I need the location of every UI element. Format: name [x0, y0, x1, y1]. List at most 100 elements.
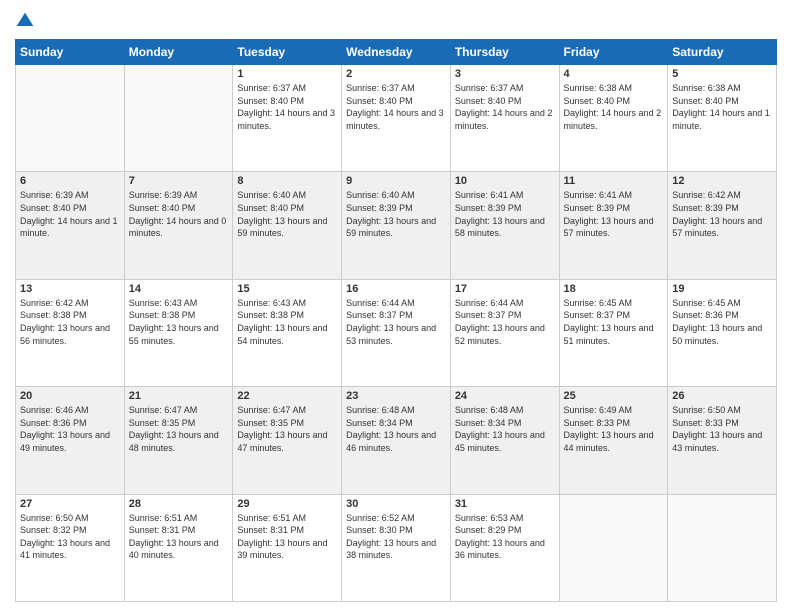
day-info: Sunrise: 6:38 AM Sunset: 8:40 PM Dayligh… [564, 82, 664, 132]
day-info: Sunrise: 6:47 AM Sunset: 8:35 PM Dayligh… [237, 404, 337, 454]
calendar-cell: 6 Sunrise: 6:39 AM Sunset: 8:40 PM Daylig… [16, 172, 125, 279]
day-number: 4 [564, 68, 664, 80]
day-info: Sunrise: 6:40 AM Sunset: 8:39 PM Dayligh… [346, 189, 446, 239]
day-number: 6 [20, 175, 120, 187]
calendar-cell: 19 Sunrise: 6:45 AM Sunset: 8:36 PM Dayli… [668, 279, 777, 386]
calendar: SundayMondayTuesdayWednesdayThursdayFrid… [15, 39, 777, 602]
day-number: 17 [455, 283, 555, 295]
day-info: Sunrise: 6:44 AM Sunset: 8:37 PM Dayligh… [455, 297, 555, 347]
weekday-header-thursday: Thursday [450, 40, 559, 65]
day-info: Sunrise: 6:41 AM Sunset: 8:39 PM Dayligh… [564, 189, 664, 239]
calendar-cell: 11Sunrise: 6:41 AM Sunset: 8:39 PM Dayli… [559, 172, 668, 279]
calendar-cell: 13Sunrise: 6:42 AM Sunset: 8:38 PM Dayli… [16, 279, 125, 386]
day-info: Sunrise: 6:43 AM Sunset: 8:38 PM Dayligh… [129, 297, 229, 347]
day-number: 22 [237, 390, 337, 402]
day-info: Sunrise: 6:48 AM Sunset: 8:34 PM Dayligh… [455, 404, 555, 454]
calendar-cell: 10 Sunrise: 6:41 AM Sunset: 8:39 PM Dayli… [450, 172, 559, 279]
calendar-cell: 30 Sunrise: 6:52 AM Sunset: 8:30 PM Dayli… [342, 494, 451, 601]
calendar-cell: 12Sunrise: 6:42 AM Sunset: 8:39 PM Dayli… [668, 172, 777, 279]
day-info: Sunrise: 6:45 AM Sunset: 8:37 PM Dayligh… [564, 297, 664, 347]
day-number: 27 [20, 498, 120, 510]
weekday-header-sunday: Sunday [16, 40, 125, 65]
calendar-cell: 5 Sunrise: 6:38 AM Sunset: 8:40 PM Daylig… [668, 65, 777, 172]
day-number: 12 [672, 175, 772, 187]
day-number: 25 [564, 390, 664, 402]
day-number: 1 [237, 68, 337, 80]
day-number: 8 [237, 175, 337, 187]
calendar-cell: 21Sunrise: 6:47 AM Sunset: 8:35 PM Dayli… [124, 387, 233, 494]
day-number: 19 [672, 283, 772, 295]
calendar-cell: 27Sunrise: 6:50 AM Sunset: 8:32 PM Dayli… [16, 494, 125, 601]
day-number: 14 [129, 283, 229, 295]
weekday-header-friday: Friday [559, 40, 668, 65]
day-number: 26 [672, 390, 772, 402]
calendar-cell [16, 65, 125, 172]
day-info: Sunrise: 6:41 AM Sunset: 8:39 PM Dayligh… [455, 189, 555, 239]
day-info: Sunrise: 6:44 AM Sunset: 8:37 PM Dayligh… [346, 297, 446, 347]
day-info: Sunrise: 6:40 AM Sunset: 8:40 PM Dayligh… [237, 189, 337, 239]
calendar-cell: 17 Sunrise: 6:44 AM Sunset: 8:37 PM Dayli… [450, 279, 559, 386]
day-number: 30 [346, 498, 446, 510]
weekday-header-saturday: Saturday [668, 40, 777, 65]
week-row-2: 6 Sunrise: 6:39 AM Sunset: 8:40 PM Daylig… [16, 172, 777, 279]
weekday-header-row: SundayMondayTuesdayWednesdayThursdayFrid… [16, 40, 777, 65]
day-number: 31 [455, 498, 555, 510]
day-info: Sunrise: 6:37 AM Sunset: 8:40 PM Dayligh… [346, 82, 446, 132]
day-info: Sunrise: 6:39 AM Sunset: 8:40 PM Dayligh… [20, 189, 120, 239]
day-info: Sunrise: 6:51 AM Sunset: 8:31 PM Dayligh… [129, 512, 229, 562]
day-info: Sunrise: 6:37 AM Sunset: 8:40 PM Dayligh… [237, 82, 337, 132]
weekday-header-tuesday: Tuesday [233, 40, 342, 65]
calendar-cell: 15Sunrise: 6:43 AM Sunset: 8:38 PM Dayli… [233, 279, 342, 386]
calendar-cell [668, 494, 777, 601]
calendar-cell: 14 Sunrise: 6:43 AM Sunset: 8:38 PM Dayli… [124, 279, 233, 386]
day-number: 5 [672, 68, 772, 80]
day-number: 24 [455, 390, 555, 402]
day-info: Sunrise: 6:53 AM Sunset: 8:29 PM Dayligh… [455, 512, 555, 562]
day-info: Sunrise: 6:49 AM Sunset: 8:33 PM Dayligh… [564, 404, 664, 454]
week-row-1: 1 Sunrise: 6:37 AM Sunset: 8:40 PM Daylig… [16, 65, 777, 172]
calendar-cell: 4 Sunrise: 6:38 AM Sunset: 8:40 PM Daylig… [559, 65, 668, 172]
day-number: 20 [20, 390, 120, 402]
weekday-header-monday: Monday [124, 40, 233, 65]
weekday-header-wednesday: Wednesday [342, 40, 451, 65]
logo-icon [15, 11, 35, 31]
day-number: 21 [129, 390, 229, 402]
calendar-cell: 23Sunrise: 6:48 AM Sunset: 8:34 PM Dayli… [342, 387, 451, 494]
day-info: Sunrise: 6:51 AM Sunset: 8:31 PM Dayligh… [237, 512, 337, 562]
calendar-cell: 9 Sunrise: 6:40 AM Sunset: 8:39 PM Daylig… [342, 172, 451, 279]
calendar-body: 1 Sunrise: 6:37 AM Sunset: 8:40 PM Daylig… [16, 65, 777, 602]
day-number: 3 [455, 68, 555, 80]
day-number: 13 [20, 283, 120, 295]
week-row-4: 20Sunrise: 6:46 AM Sunset: 8:36 PM Dayli… [16, 387, 777, 494]
day-info: Sunrise: 6:39 AM Sunset: 8:40 PM Dayligh… [129, 189, 229, 239]
calendar-cell: 26 Sunrise: 6:50 AM Sunset: 8:33 PM Dayli… [668, 387, 777, 494]
day-number: 29 [237, 498, 337, 510]
header [15, 10, 777, 31]
day-number: 9 [346, 175, 446, 187]
calendar-cell: 18 Sunrise: 6:45 AM Sunset: 8:37 PM Dayli… [559, 279, 668, 386]
day-number: 18 [564, 283, 664, 295]
day-number: 16 [346, 283, 446, 295]
day-info: Sunrise: 6:43 AM Sunset: 8:38 PM Dayligh… [237, 297, 337, 347]
day-number: 10 [455, 175, 555, 187]
calendar-cell [124, 65, 233, 172]
calendar-cell: 2 Sunrise: 6:37 AM Sunset: 8:40 PM Daylig… [342, 65, 451, 172]
calendar-cell: 3 Sunrise: 6:37 AM Sunset: 8:40 PM Daylig… [450, 65, 559, 172]
week-row-5: 27Sunrise: 6:50 AM Sunset: 8:32 PM Dayli… [16, 494, 777, 601]
day-number: 7 [129, 175, 229, 187]
week-row-3: 13Sunrise: 6:42 AM Sunset: 8:38 PM Dayli… [16, 279, 777, 386]
calendar-cell: 16 Sunrise: 6:44 AM Sunset: 8:37 PM Dayli… [342, 279, 451, 386]
day-info: Sunrise: 6:50 AM Sunset: 8:33 PM Dayligh… [672, 404, 772, 454]
day-number: 23 [346, 390, 446, 402]
calendar-cell: 22 Sunrise: 6:47 AM Sunset: 8:35 PM Dayli… [233, 387, 342, 494]
calendar-cell: 31 Sunrise: 6:53 AM Sunset: 8:29 PM Dayli… [450, 494, 559, 601]
day-info: Sunrise: 6:37 AM Sunset: 8:40 PM Dayligh… [455, 82, 555, 132]
day-info: Sunrise: 6:52 AM Sunset: 8:30 PM Dayligh… [346, 512, 446, 562]
logo [15, 10, 39, 31]
calendar-cell: 20Sunrise: 6:46 AM Sunset: 8:36 PM Dayli… [16, 387, 125, 494]
calendar-cell: 1 Sunrise: 6:37 AM Sunset: 8:40 PM Daylig… [233, 65, 342, 172]
day-info: Sunrise: 6:45 AM Sunset: 8:36 PM Dayligh… [672, 297, 772, 347]
day-info: Sunrise: 6:38 AM Sunset: 8:40 PM Dayligh… [672, 82, 772, 132]
calendar-cell: 7 Sunrise: 6:39 AM Sunset: 8:40 PM Daylig… [124, 172, 233, 279]
day-number: 2 [346, 68, 446, 80]
